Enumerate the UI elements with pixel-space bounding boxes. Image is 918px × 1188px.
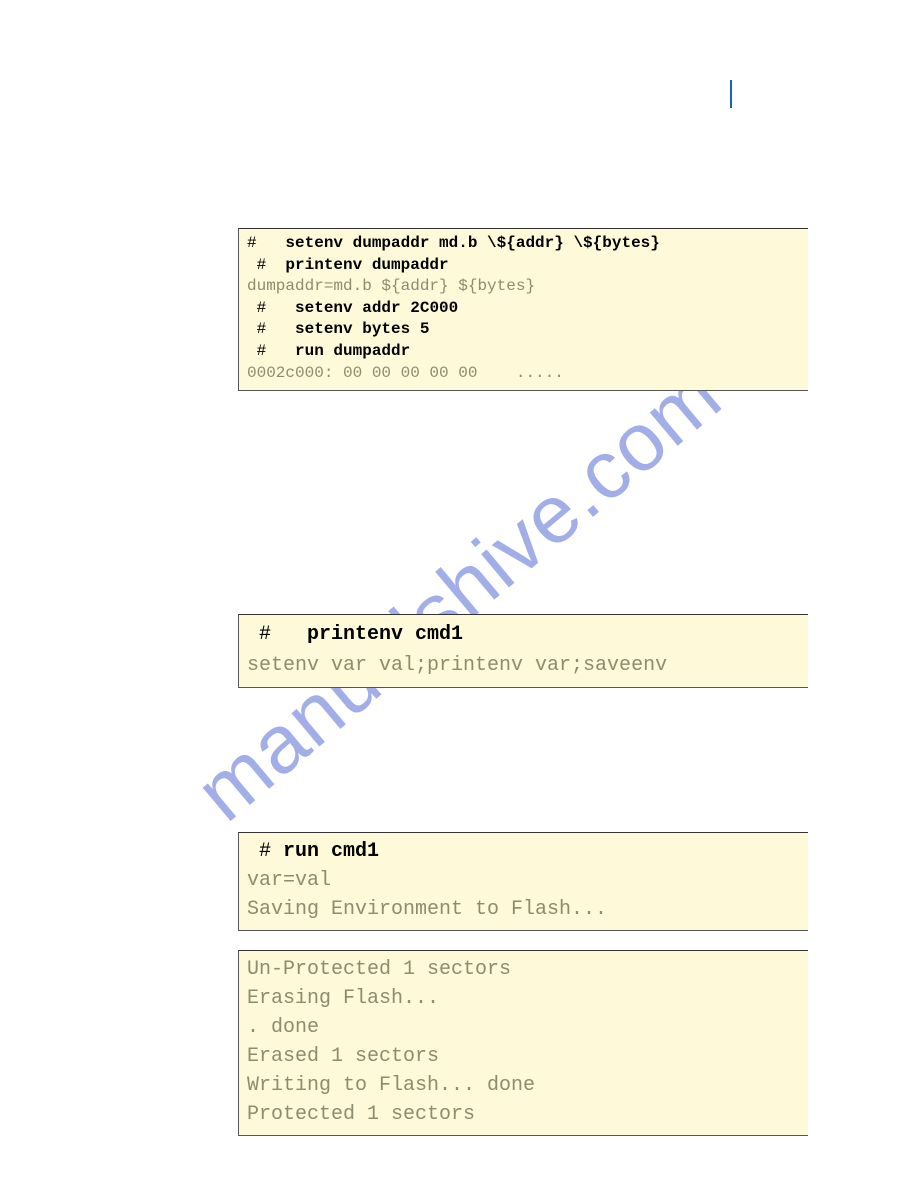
output-text: Erasing Flash...	[247, 984, 800, 1013]
document-page: manualshive.com # setenv dumpaddr md.b \…	[0, 0, 918, 1188]
prompt: #	[247, 342, 295, 360]
output-text: var=val	[247, 866, 800, 895]
output-text: Un-Protected 1 sectors	[247, 955, 800, 984]
command-text: printenv dumpaddr	[285, 256, 448, 274]
output-text: Erased 1 sectors	[247, 1042, 800, 1071]
code-block-2: # printenv cmd1 setenv var val;printenv …	[238, 614, 808, 688]
output-text: dumpaddr=md.b ${addr} ${bytes}	[247, 276, 800, 298]
command-text: setenv dumpaddr md.b \${addr} \${bytes}	[285, 234, 659, 252]
code-line: # setenv addr 2C000	[247, 298, 800, 320]
prompt: #	[247, 299, 295, 317]
cursor-mark	[730, 80, 732, 108]
code-block-3: # run cmd1 var=val Saving Environment to…	[238, 832, 808, 931]
watermark-text: manualshive.com	[179, 348, 740, 840]
command-text: setenv addr 2C000	[295, 299, 458, 317]
output-text: Writing to Flash... done	[247, 1071, 800, 1100]
code-line: # run dumpaddr	[247, 341, 800, 363]
output-text: . done	[247, 1013, 800, 1042]
output-text: 0002c000: 00 00 00 00 00 .....	[247, 363, 800, 385]
output-text: Saving Environment to Flash...	[247, 895, 800, 924]
prompt: #	[247, 234, 285, 252]
command-text: printenv cmd1	[307, 623, 463, 646]
code-line: # run cmd1	[247, 837, 800, 866]
prompt: #	[247, 840, 283, 863]
code-line: # setenv dumpaddr md.b \${addr} \${bytes…	[247, 233, 800, 255]
code-block-1: # setenv dumpaddr md.b \${addr} \${bytes…	[238, 228, 808, 391]
command-text: run cmd1	[283, 840, 379, 863]
output-text: Protected 1 sectors	[247, 1100, 800, 1129]
prompt: #	[247, 623, 307, 646]
code-line: # printenv cmd1	[247, 619, 800, 650]
command-text: setenv bytes 5	[295, 320, 429, 338]
code-line: # setenv bytes 5	[247, 319, 800, 341]
output-text: setenv var val;printenv var;saveenv	[247, 650, 800, 681]
code-line: # printenv dumpaddr	[247, 255, 800, 277]
prompt: #	[247, 320, 295, 338]
command-text: run dumpaddr	[295, 342, 410, 360]
code-block-4: Un-Protected 1 sectors Erasing Flash... …	[238, 950, 808, 1136]
prompt: #	[247, 256, 285, 274]
